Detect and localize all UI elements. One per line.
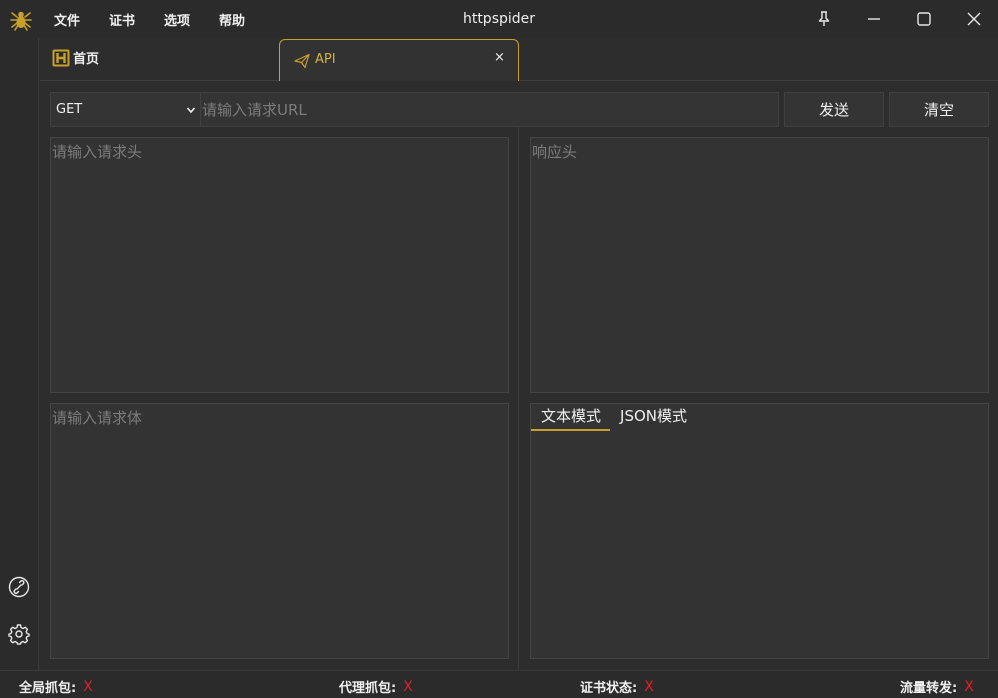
tab-close-icon[interactable]: × <box>494 50 505 65</box>
minimize-icon <box>868 18 880 20</box>
menu-certificate[interactable]: 证书 <box>109 10 135 29</box>
url-placeholder: 请输入请求URL <box>202 101 307 119</box>
gear-icon[interactable] <box>8 623 30 645</box>
close-button[interactable] <box>954 0 994 38</box>
minimize-button[interactable] <box>854 0 894 38</box>
spider-icon <box>10 11 32 31</box>
status-traffic-forward-label: 流量转发: <box>900 681 958 696</box>
status-global-capture-value: X <box>83 678 93 695</box>
response-mode-tabs: 文本模式 JSON模式 <box>531 403 696 431</box>
status-traffic-forward: 流量转发: X <box>900 677 974 697</box>
status-bar: 全局抓包: X 代理抓包: X 证书状态: X 流量转发: X <box>0 670 998 698</box>
tab-json-mode[interactable]: JSON模式 <box>610 403 696 431</box>
status-proxy-capture: 代理抓包: X <box>339 677 413 697</box>
status-cert: 证书状态: X <box>580 677 654 697</box>
link-icon[interactable] <box>8 576 30 598</box>
send-button[interactable]: 发送 <box>784 92 884 127</box>
status-cert-value: X <box>644 678 654 695</box>
method-select[interactable]: GET <box>50 92 200 127</box>
pin-button[interactable] <box>804 0 844 38</box>
title-bar: 文件 证书 选项 帮助 httpspider <box>0 0 998 38</box>
maximize-icon <box>917 12 931 26</box>
status-proxy-capture-label: 代理抓包: <box>339 681 397 696</box>
maximize-button[interactable] <box>904 0 944 38</box>
status-global-capture-label: 全局抓包: <box>19 681 77 696</box>
response-headers-view[interactable]: 响应头 <box>530 137 989 393</box>
split-divider[interactable] <box>518 127 519 670</box>
tab-bar: 首页 API × <box>40 38 998 81</box>
status-global-capture: 全局抓包: X <box>19 677 93 697</box>
tab-home[interactable]: 首页 <box>52 48 99 67</box>
close-icon <box>967 12 981 26</box>
status-cert-label: 证书状态: <box>580 681 638 696</box>
status-traffic-forward-value: X <box>964 678 974 695</box>
left-rail <box>0 38 39 670</box>
tab-api[interactable]: API × <box>279 39 519 81</box>
request-headers-input[interactable]: 请输入请求头 <box>50 137 509 393</box>
chevron-down-icon <box>186 107 196 114</box>
request-body-input[interactable]: 请输入请求体 <box>50 403 509 659</box>
method-value: GET <box>56 102 83 117</box>
clear-button[interactable]: 清空 <box>889 92 989 127</box>
status-proxy-capture-value: X <box>403 678 413 695</box>
menu-help[interactable]: 帮助 <box>219 10 245 29</box>
request-headers-placeholder: 请输入请求头 <box>52 143 143 161</box>
tab-home-label: 首页 <box>73 52 100 67</box>
response-headers-placeholder: 响应头 <box>532 143 578 161</box>
tab-text-mode[interactable]: 文本模式 <box>531 403 611 431</box>
menu-file[interactable]: 文件 <box>54 10 80 29</box>
app-window: 文件 证书 选项 帮助 httpspider 首页 API × GET 请输入请… <box>0 0 998 698</box>
paper-plane-icon <box>294 53 310 69</box>
response-body-view[interactable] <box>530 403 989 659</box>
tab-api-label: API <box>315 52 336 67</box>
menu-options[interactable]: 选项 <box>164 10 190 29</box>
home-h-icon <box>52 49 70 66</box>
pin-icon <box>818 11 830 26</box>
request-body-placeholder: 请输入请求体 <box>52 409 143 427</box>
url-input[interactable]: 请输入请求URL <box>200 92 779 127</box>
menu-bar: 文件 证书 选项 帮助 <box>54 0 274 38</box>
